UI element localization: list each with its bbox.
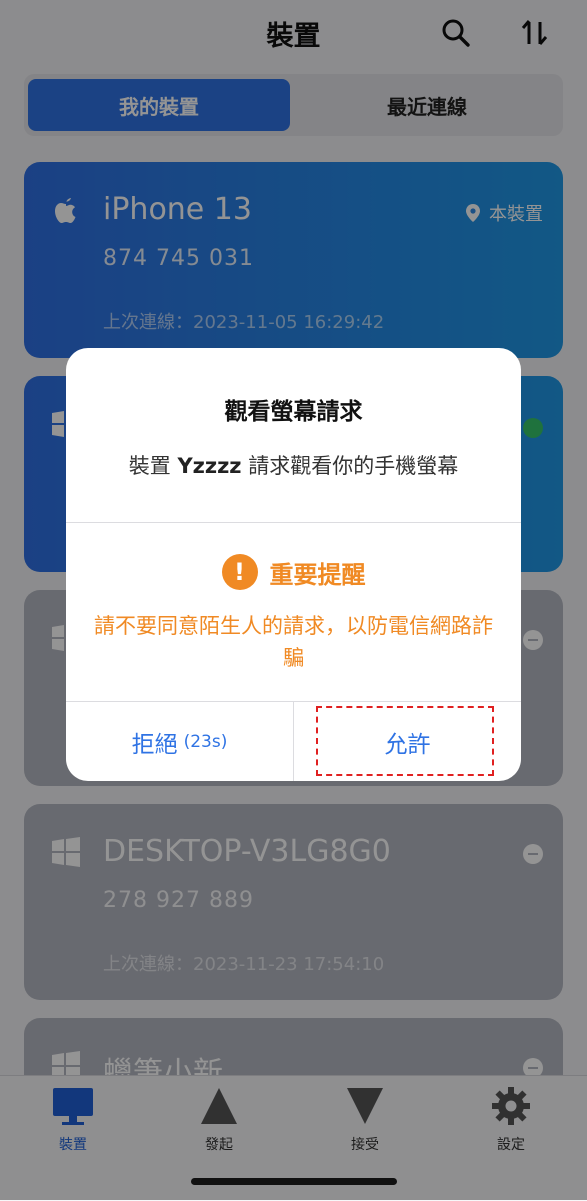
- warning-header: ! 重要提醒: [66, 554, 521, 590]
- warning-text: 請不要同意陌生人的請求，以防電信網路詐騙: [94, 614, 493, 670]
- home-indicator: [191, 1178, 397, 1185]
- countdown-timer: (23s): [183, 731, 228, 752]
- allow-button-highlight: [316, 706, 494, 776]
- dialog-message-suffix: 請求觀看你的手機螢幕: [241, 454, 459, 478]
- requesting-device-name: Yzzzz: [177, 454, 242, 478]
- warning-title: 重要提醒: [269, 560, 366, 589]
- screen-view-request-dialog: 觀看螢幕請求 裝置 Yzzzz 請求觀看你的手機螢幕 ! 重要提醒 請不要同意陌…: [66, 348, 521, 781]
- dialog-title: 觀看螢幕請求: [224, 399, 363, 425]
- dialog-message: 裝置 Yzzzz 請求觀看你的手機螢幕: [66, 450, 521, 480]
- exclamation-icon: !: [221, 554, 258, 590]
- divider: [66, 522, 521, 523]
- reject-button[interactable]: 拒絕 (23s): [66, 702, 293, 781]
- reject-label: 拒絕: [131, 731, 178, 758]
- dialog-message-prefix: 裝置: [128, 454, 178, 478]
